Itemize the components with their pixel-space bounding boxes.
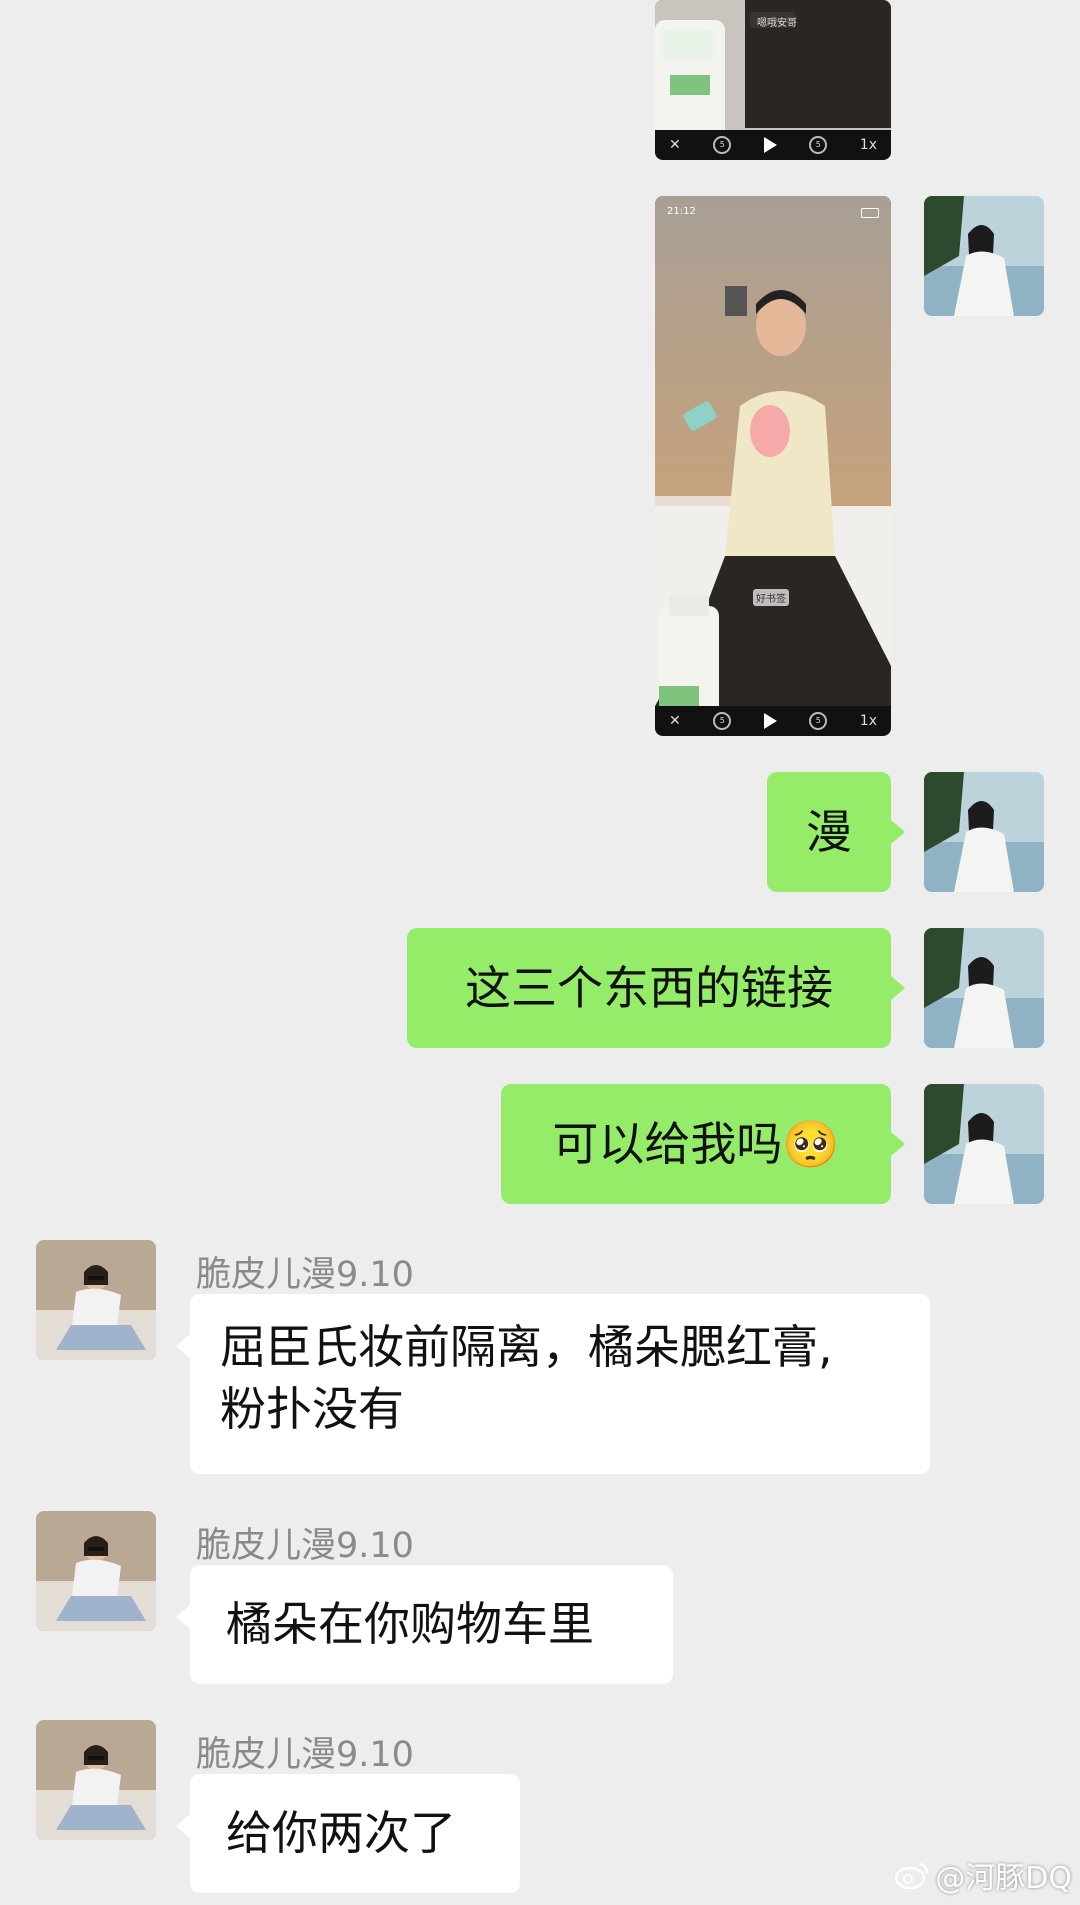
contact-avatar[interactable] [36,1511,156,1631]
message-bubble[interactable]: 这三个东西的链接 [407,928,891,1048]
pleading-face-emoji: 🥺 [782,1117,840,1171]
sender-name: 脆皮儿漫9.10 [196,1255,414,1295]
video-message[interactable]: 21:12 好书签 ✕ 5 5 1x [655,196,891,736]
my-avatar[interactable] [924,772,1044,892]
bubble-tail [176,1334,190,1358]
bubble-tail [891,1132,905,1156]
rewind-icon[interactable]: 5 [713,136,732,154]
bubble-tail [891,820,905,844]
contact-avatar[interactable] [36,1720,156,1840]
close-icon[interactable]: ✕ [669,137,681,153]
weibo-icon [895,1862,929,1889]
my-avatar[interactable] [924,1084,1044,1204]
message-text: 橘朵在你购物车里 [226,1597,594,1651]
video-message[interactable]: 嗯哦安哥 ✕ 5 5 1x [655,0,891,160]
my-avatar[interactable] [924,196,1044,316]
forward-icon[interactable]: 5 [809,712,828,730]
speed-button[interactable]: 1x [860,137,877,153]
message-bubble[interactable]: 漫 [767,772,891,892]
play-icon[interactable] [763,137,777,153]
message-text-line: 粉扑没有 [220,1382,404,1436]
bubble-tail [891,976,905,1000]
message-text: 这三个东西的链接 [465,961,833,1015]
video-overlay-label: 嗯哦安哥 [757,18,797,29]
message-bubble[interactable]: 橘朵在你购物车里 [190,1565,673,1684]
speed-button[interactable]: 1x [860,713,877,729]
message-text-line: 屈臣氏妆前隔离，橘朵腮红膏, [220,1320,833,1374]
video-controls: ✕ 5 5 1x [655,130,891,160]
message-bubble[interactable]: 给你两次了 [190,1774,520,1893]
video-thumbnail [655,196,891,736]
close-icon[interactable]: ✕ [669,713,681,729]
message-bubble[interactable]: 屈臣氏妆前隔离，橘朵腮红膏, 粉扑没有 [190,1294,930,1474]
rewind-icon[interactable]: 5 [713,712,732,730]
play-icon[interactable] [763,713,777,729]
sender-name: 脆皮儿漫9.10 [196,1735,414,1775]
bubble-tail [176,1814,190,1838]
video-controls: ✕ 5 5 1x [655,706,891,736]
bubble-tail [176,1605,190,1629]
message-bubble[interactable]: 可以给我吗🥺 [501,1084,891,1204]
status-time: 21:12 [667,206,696,217]
battery-icon [861,208,879,218]
contact-avatar[interactable] [36,1240,156,1360]
video-overlay-label: 好书签 [753,589,789,606]
message-text: 漫 [806,805,852,859]
forward-icon[interactable]: 5 [809,136,828,154]
message-text: 可以给我吗 [552,1117,783,1171]
watermark: @河豚DQ [895,1853,1072,1897]
message-text: 给你两次了 [226,1806,456,1860]
watermark-text: @河豚DQ [935,1861,1072,1896]
sender-name: 脆皮儿漫9.10 [196,1526,414,1566]
my-avatar[interactable] [924,928,1044,1048]
